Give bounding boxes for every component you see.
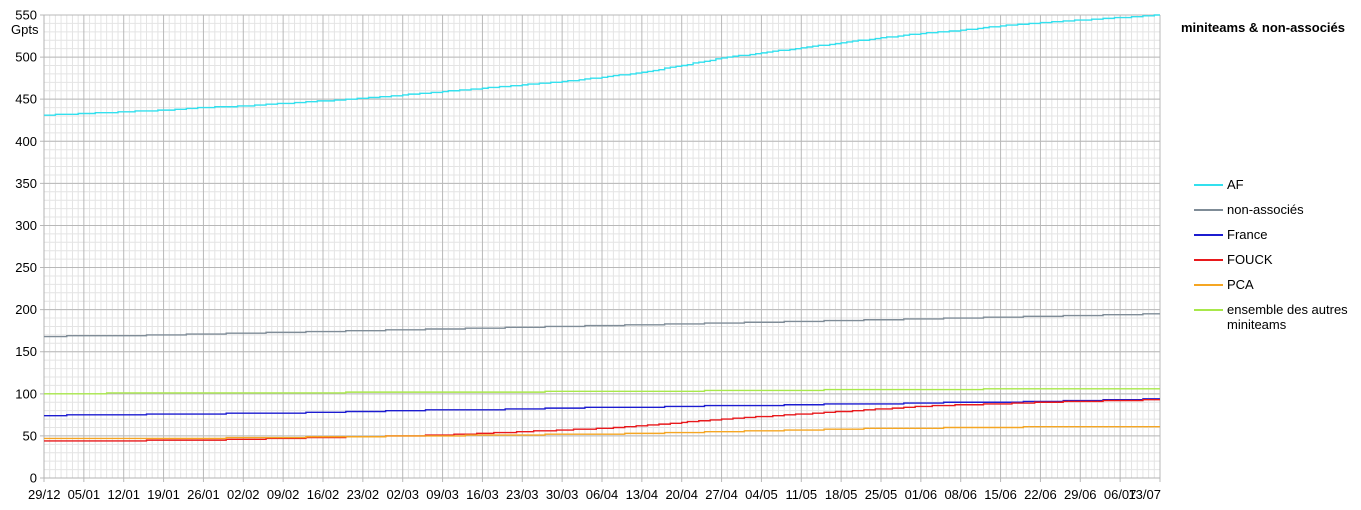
y-tick-label: 550	[15, 8, 37, 23]
legend-label-non-associes: non-associés	[1227, 202, 1304, 217]
x-tick-label: 13/04	[626, 487, 659, 502]
y-tick-label: 500	[15, 50, 37, 65]
x-tick-label: 27/04	[705, 487, 738, 502]
legend: AF non-associés France FOUCK PCA ensembl…	[1194, 177, 1359, 338]
x-tick-label: 08/06	[944, 487, 977, 502]
x-tick-label: 23/02	[347, 487, 380, 502]
y-tick-label: 300	[15, 218, 37, 233]
x-tick-label: 06/04	[586, 487, 619, 502]
chart-title: miniteams & non-associés	[1181, 20, 1345, 35]
y-tick-label: 400	[15, 134, 37, 149]
x-tick-label: 02/02	[227, 487, 260, 502]
legend-swatch-non-associes	[1194, 209, 1223, 211]
x-tick-label: 05/01	[68, 487, 101, 502]
y-tick-label: 50	[23, 428, 37, 443]
x-tick-label: 25/05	[865, 487, 898, 502]
x-tick-label: 19/01	[147, 487, 180, 502]
legend-item-pca: PCA	[1194, 277, 1359, 302]
legend-label-pca: PCA	[1227, 277, 1254, 292]
legend-label-fouck: FOUCK	[1227, 252, 1273, 267]
y-tick-label: 0	[30, 471, 37, 486]
legend-item-autres-miniteams: ensemble des autres miniteams	[1194, 302, 1359, 338]
x-tick-label: 16/03	[466, 487, 499, 502]
x-tick-label: 29/06	[1064, 487, 1097, 502]
legend-swatch-fouck	[1194, 259, 1223, 261]
x-tick-label: 04/05	[745, 487, 778, 502]
x-tick-label: 23/03	[506, 487, 539, 502]
x-tick-label: 16/02	[307, 487, 340, 502]
y-tick-label: 200	[15, 302, 37, 317]
y-tick-label: 150	[15, 344, 37, 359]
x-tick-label: 26/01	[187, 487, 220, 502]
legend-swatch-autres-miniteams	[1194, 309, 1223, 311]
chart-canvas: 050100150200250300350400450500550 29/12 0…	[11, 8, 1161, 503]
x-tick-label: 02/03	[386, 487, 419, 502]
x-tick-label: 22/06	[1024, 487, 1057, 502]
x-tick-label: 13/07	[1128, 487, 1161, 502]
legend-label-autres-miniteams: ensemble des autres miniteams	[1227, 302, 1348, 332]
x-tick-label: 18/05	[825, 487, 858, 502]
legend-swatch-pca	[1194, 284, 1223, 286]
legend-label-france: France	[1227, 227, 1268, 242]
legend-item-fouck: FOUCK	[1194, 252, 1359, 277]
x-tick-label: 11/05	[785, 487, 817, 502]
x-tick-label: 09/03	[426, 487, 459, 502]
y-tick-labels: 0 50 100 150 200 250 300 350 400 450 500 550	[15, 8, 37, 486]
y-tick-label: 450	[15, 92, 37, 107]
legend-item-af: AF	[1194, 177, 1359, 202]
x-tick-label: 30/03	[546, 487, 579, 502]
y-axis-title: Gpts	[11, 22, 39, 37]
legend-swatch-france	[1194, 234, 1223, 236]
y-tick-label: 250	[15, 260, 37, 275]
x-tick-label: 20/04	[665, 487, 698, 502]
legend-item-non-associes: non-associés	[1194, 202, 1359, 227]
legend-item-france: France	[1194, 227, 1359, 252]
x-tick-label: 09/02	[267, 487, 300, 502]
x-tick-label: 01/06	[905, 487, 938, 502]
y-tick-label: 350	[15, 176, 37, 191]
legend-label-af: AF	[1227, 177, 1244, 192]
legend-swatch-af	[1194, 184, 1223, 186]
major-gridlines	[40, 14, 1161, 482]
x-tick-label: 29/12	[28, 487, 61, 502]
y-tick-label: 100	[15, 386, 37, 401]
x-tick-labels: 29/12 05/01 12/01 19/01 26/01 02/02 09/02 16/02…	[28, 487, 1161, 502]
x-tick-label: 12/01	[107, 487, 140, 502]
chart: 0 50 100 150 200 250 300 350 400 450 500 550 29/12 0…	[0, 0, 1361, 510]
x-tick-label: 15/06	[984, 487, 1017, 502]
